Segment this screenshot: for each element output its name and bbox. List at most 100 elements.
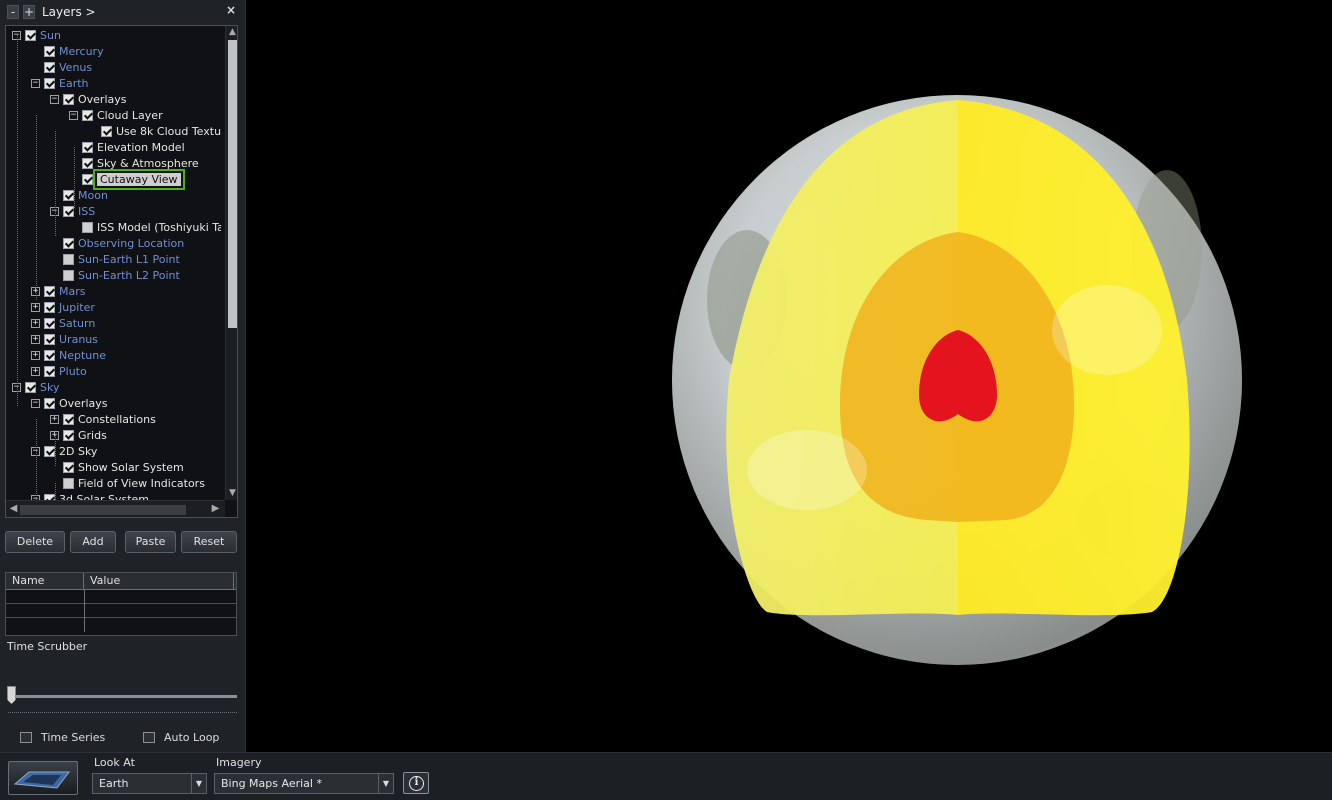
tree-item-label[interactable]: Show Solar System xyxy=(78,461,184,474)
expand-icon[interactable]: + xyxy=(31,318,40,328)
time-scrubber-thumb[interactable] xyxy=(7,686,16,704)
tree-item-label[interactable]: Sun xyxy=(40,29,61,42)
layer-checkbox[interactable] xyxy=(44,397,55,409)
scroll-down-icon[interactable]: ▼ xyxy=(226,487,237,500)
tree-item-label[interactable]: Neptune xyxy=(59,349,106,362)
layer-checkbox[interactable] xyxy=(82,157,93,169)
tree-item-label[interactable]: Mars xyxy=(59,285,86,298)
globe-viewport[interactable] xyxy=(247,0,1332,752)
chevron-down-icon[interactable]: ▼ xyxy=(191,774,206,793)
tree-item[interactable]: Sun-Earth L2 Point xyxy=(50,267,180,283)
tree-item-label[interactable]: Uranus xyxy=(59,333,98,346)
layer-checkbox[interactable] xyxy=(44,333,55,345)
tree-item-label[interactable]: Cloud Layer xyxy=(97,109,163,122)
tree-item-label[interactable]: Field of View Indicators xyxy=(78,477,205,490)
layer-checkbox[interactable] xyxy=(101,125,112,137)
auto-loop-toggle[interactable]: Auto Loop xyxy=(143,731,219,744)
layer-checkbox[interactable] xyxy=(44,349,55,361)
delete-button[interactable]: Delete xyxy=(5,531,65,553)
tree-item[interactable]: Moon xyxy=(50,187,108,203)
tree-item-label[interactable]: Earth xyxy=(59,77,89,90)
layer-checkbox[interactable] xyxy=(44,285,55,297)
tree-item-label[interactable]: Use 8k Cloud Texture xyxy=(116,125,221,138)
tree-item[interactable]: −3d Solar System xyxy=(31,491,149,500)
name-column-header[interactable]: Name xyxy=(6,573,84,589)
auto-loop-checkbox[interactable] xyxy=(143,732,155,743)
collapse-icon[interactable]: − xyxy=(50,94,59,104)
layer-tree[interactable]: − Sun Mercury Venus − Earth − Overlays − Cloud La… xyxy=(5,25,238,518)
layer-checkbox[interactable] xyxy=(63,237,74,249)
layers-title[interactable]: Layers > xyxy=(42,5,96,19)
tree-item-label[interactable]: Sun-Earth L2 Point xyxy=(78,269,180,282)
layer-checkbox[interactable] xyxy=(44,301,55,313)
tree-item[interactable]: Sun-Earth L1 Point xyxy=(50,251,180,267)
layer-checkbox[interactable] xyxy=(63,413,74,425)
reset-button[interactable]: Reset xyxy=(181,531,237,553)
tree-item[interactable]: Mercury xyxy=(31,43,104,59)
layer-checkbox[interactable] xyxy=(82,173,93,185)
tree-item[interactable]: − Earth xyxy=(31,75,89,91)
layer-checkbox[interactable] xyxy=(82,221,93,233)
layer-checkbox[interactable] xyxy=(82,109,93,121)
layer-checkbox[interactable] xyxy=(82,141,93,153)
layer-checkbox[interactable] xyxy=(44,45,55,57)
collapse-icon[interactable]: − xyxy=(69,110,78,120)
tree-item[interactable]: − Sky xyxy=(12,379,59,395)
vertical-scrollbar[interactable]: ▲ ▼ xyxy=(225,26,237,500)
hscroll-thumb[interactable] xyxy=(20,505,186,515)
expand-icon[interactable]: + xyxy=(50,414,59,424)
tree-item[interactable]: Observing Location xyxy=(50,235,184,251)
property-row[interactable] xyxy=(6,590,236,604)
time-scrubber-track[interactable] xyxy=(8,695,237,698)
scroll-left-icon[interactable]: ◀ xyxy=(7,503,20,517)
tree-item[interactable]: Use 8k Cloud Texture xyxy=(88,123,221,139)
tree-item-label[interactable]: Sun-Earth L1 Point xyxy=(78,253,180,266)
tree-item[interactable]: + Uranus xyxy=(31,331,98,347)
tree-item[interactable]: − Overlays xyxy=(31,395,108,411)
tree-item-label[interactable]: 3d Solar System xyxy=(59,493,149,501)
layer-checkbox[interactable] xyxy=(44,77,55,89)
earth-cutaway-view[interactable] xyxy=(247,0,1332,752)
close-icon[interactable]: × xyxy=(226,3,236,17)
layer-checkbox[interactable] xyxy=(63,189,74,201)
time-series-checkbox[interactable] xyxy=(20,732,32,743)
tree-item-label[interactable]: Elevation Model xyxy=(97,141,185,154)
tree-item[interactable]: − ISS xyxy=(50,203,95,219)
tree-item[interactable]: Show Solar System xyxy=(50,459,184,475)
tree-item-label[interactable]: Overlays xyxy=(59,397,108,410)
tree-item[interactable]: + Constellations xyxy=(50,411,156,427)
tree-item-label[interactable]: Venus xyxy=(59,61,92,74)
scroll-right-icon[interactable]: ▶ xyxy=(209,503,222,517)
expand-icon[interactable]: + xyxy=(31,334,40,344)
layer-checkbox[interactable] xyxy=(63,205,74,217)
layer-checkbox[interactable] xyxy=(63,93,74,105)
property-grid[interactable]: Name Value xyxy=(5,572,237,636)
tree-item[interactable]: − Cloud Layer xyxy=(69,107,163,123)
tree-item-label[interactable]: ISS xyxy=(78,205,95,218)
tree-item[interactable]: Elevation Model xyxy=(69,139,185,155)
layer-checkbox[interactable] xyxy=(44,317,55,329)
layer-checkbox[interactable] xyxy=(63,269,74,281)
tree-item[interactable]: ISS Model (Toshiyuki Takahei) xyxy=(69,219,221,235)
value-column-header[interactable]: Value xyxy=(84,573,234,589)
tree-item-label[interactable]: Pluto xyxy=(59,365,87,378)
tree-item-label[interactable]: Grids xyxy=(78,429,107,442)
tree-item-label[interactable]: Overlays xyxy=(78,93,127,106)
tree-item[interactable]: + Mars xyxy=(31,283,86,299)
tree-item-label[interactable]: Saturn xyxy=(59,317,95,330)
time-series-toggle[interactable]: Time Series xyxy=(20,731,105,744)
tree-item[interactable]: Field of View Indicators xyxy=(50,475,205,491)
tree-item-label[interactable]: Constellations xyxy=(78,413,156,426)
layer-checkbox[interactable] xyxy=(63,429,74,441)
layer-checkbox[interactable] xyxy=(44,365,55,377)
chevron-down-icon[interactable]: ▼ xyxy=(378,774,393,793)
tree-item-label[interactable]: Cutaway View xyxy=(93,168,185,190)
layer-checkbox[interactable] xyxy=(63,461,74,473)
tree-item-label[interactable]: Moon xyxy=(78,189,108,202)
tree-item-label[interactable]: ISS Model (Toshiyuki Takahei) xyxy=(97,221,221,234)
expand-icon[interactable]: + xyxy=(31,366,40,376)
imagery-dropdown[interactable]: Bing Maps Aerial * ▼ xyxy=(214,773,394,794)
info-button[interactable]: i xyxy=(403,772,429,794)
tree-item[interactable]: −2D Sky xyxy=(31,443,97,459)
tree-item-label[interactable]: Observing Location xyxy=(78,237,184,250)
